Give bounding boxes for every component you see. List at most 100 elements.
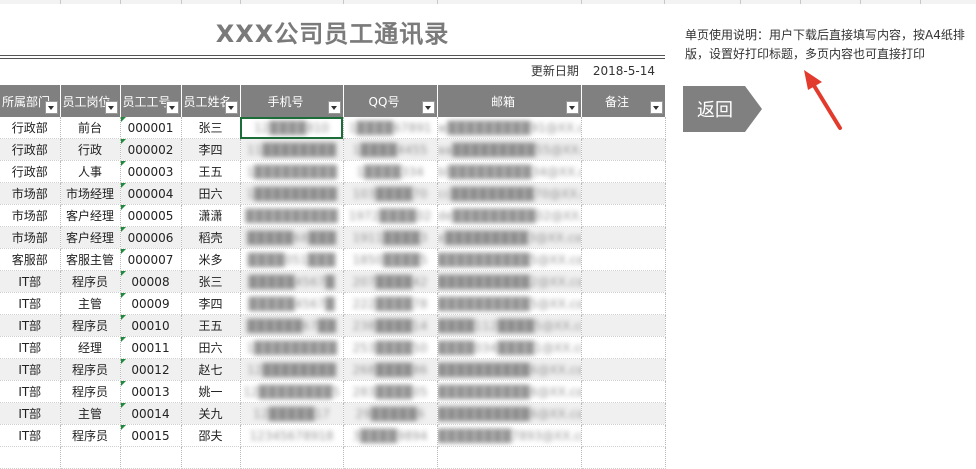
cell-id[interactable]: 00011 xyxy=(120,336,182,359)
cell-post[interactable]: 人事 xyxy=(60,160,121,183)
cell-name[interactable]: 田六 xyxy=(181,182,241,205)
cell-phone[interactable]: 1█████████ xyxy=(240,336,344,359)
cell-post[interactable]: 市场经理 xyxy=(60,182,121,205)
cell-dept[interactable]: 行政部 xyxy=(0,117,61,139)
cell-email[interactable]: ████034████1@XX.com xyxy=(437,336,582,359)
cell-post[interactable]: 行政 xyxy=(60,138,121,161)
filter-dropdown-icon[interactable] xyxy=(44,101,58,114)
cell-name[interactable]: 邵夫 xyxy=(181,424,241,447)
cell-dept[interactable]: 行政部 xyxy=(0,138,61,161)
cell-note[interactable] xyxy=(581,380,666,403)
cell-post[interactable]: 主管 xyxy=(60,402,121,425)
cell-id[interactable]: 000006 xyxy=(120,226,182,249)
cell-post[interactable]: 程序员 xyxy=(60,380,121,403)
cell-note[interactable] xyxy=(581,204,666,227)
cell-empty[interactable] xyxy=(0,446,61,469)
cell-dept[interactable]: IT部 xyxy=(0,380,61,403)
cell-name[interactable]: 关九 xyxy=(181,402,241,425)
cell-name[interactable]: 潇潇 xyxy=(181,204,241,227)
cell-dept[interactable]: 行政部 xyxy=(0,160,61,183)
cell-note[interactable] xyxy=(581,117,666,139)
cell-dept[interactable]: IT部 xyxy=(0,336,61,359)
cell-dept[interactable]: IT部 xyxy=(0,402,61,425)
cell-dept[interactable]: IT部 xyxy=(0,424,61,447)
cell-post[interactable]: 主管 xyxy=(60,292,121,315)
cell-note[interactable] xyxy=(581,292,666,315)
cell-email[interactable]: ██████████2@XX.com xyxy=(437,270,582,293)
cell-note[interactable] xyxy=(581,314,666,337)
cell-email[interactable]: aa█████████55@XX.com xyxy=(437,138,582,161)
cell-empty[interactable] xyxy=(581,446,666,469)
cell-id[interactable]: 00008 xyxy=(120,270,182,293)
cell-name[interactable]: 王五 xyxy=(181,314,241,337)
cell-note[interactable] xyxy=(581,402,666,425)
cell-phone[interactable]: █████4567█ xyxy=(240,270,344,293)
back-button[interactable]: 返回 xyxy=(683,86,762,132)
cell-phone[interactable]: 12████810 xyxy=(240,117,344,139)
cell-email[interactable]: e█████████3@XX.com xyxy=(437,226,582,249)
cell-dept[interactable]: 客服部 xyxy=(0,248,61,271)
cell-dept[interactable]: IT部 xyxy=(0,270,61,293)
cell-name[interactable]: 李四 xyxy=(181,138,241,161)
cell-email[interactable]: de█████████02@XX.com xyxy=(437,204,582,227)
cell-post[interactable]: 程序员 xyxy=(60,270,121,293)
cell-empty[interactable] xyxy=(240,446,344,469)
cell-phone[interactable]: 12████████ xyxy=(240,358,344,381)
cell-phone[interactable]: 12████████5 xyxy=(240,380,344,403)
cell-phone[interactable]: 1█████████ xyxy=(240,160,344,183)
filter-dropdown-icon[interactable] xyxy=(104,101,118,114)
cell-phone[interactable]: ██████████ xyxy=(240,204,344,227)
cell-name[interactable]: 赵七 xyxy=(181,358,241,381)
cell-name[interactable]: 张三 xyxy=(181,270,241,293)
cell-name[interactable]: 田六 xyxy=(181,336,241,359)
cell-id[interactable]: 00014 xyxy=(120,402,182,425)
cell-dept[interactable]: 市场部 xyxy=(0,182,61,205)
cell-note[interactable] xyxy=(581,336,666,359)
cell-qq[interactable]: 1████67891 xyxy=(343,117,438,139)
cell-qq[interactable]: 222████78 xyxy=(343,292,438,315)
cell-id[interactable]: 00012 xyxy=(120,358,182,381)
cell-email[interactable]: cc█████████70@XX.com xyxy=(437,182,582,205)
filter-dropdown-icon[interactable] xyxy=(165,101,179,114)
cell-qq[interactable]: 29█████6 xyxy=(343,402,438,425)
cell-qq[interactable]: 268████86 xyxy=(343,358,438,381)
cell-qq[interactable]: 1850████5 xyxy=(343,248,438,271)
cell-note[interactable] xyxy=(581,138,666,161)
cell-qq[interactable]: 3████9894 xyxy=(343,424,438,447)
cell-name[interactable]: 稻壳 xyxy=(181,226,241,249)
cell-dept[interactable]: 市场部 xyxy=(0,204,61,227)
cell-note[interactable] xyxy=(581,424,666,447)
cell-name[interactable]: 王五 xyxy=(181,160,241,183)
cell-phone[interactable]: 12█████17 xyxy=(240,402,344,425)
cell-empty[interactable] xyxy=(437,446,582,469)
cell-qq[interactable]: 103████70 xyxy=(343,182,438,205)
filter-dropdown-icon[interactable] xyxy=(565,101,579,114)
cell-id[interactable]: 000003 xyxy=(120,160,182,183)
filter-dropdown-icon[interactable] xyxy=(327,101,341,114)
cell-post[interactable]: 程序员 xyxy=(60,358,121,381)
filter-dropdown-icon[interactable] xyxy=(649,101,663,114)
cell-email[interactable]: ██████████6@XX.com xyxy=(437,402,582,425)
cell-id[interactable]: 00013 xyxy=(120,380,182,403)
cell-id[interactable]: 000004 xyxy=(120,182,182,205)
cell-email[interactable]: ██████████6@XX.com xyxy=(437,358,582,381)
cell-empty[interactable] xyxy=(120,446,182,469)
cell-phone[interactable]: ██████67██ xyxy=(240,314,344,337)
cell-email[interactable]: ██████████6@XX.com xyxy=(437,380,582,403)
cell-dept[interactable]: IT部 xyxy=(0,358,61,381)
cell-qq[interactable]: 1████334 xyxy=(343,160,438,183)
cell-qq[interactable]: 1911████3 xyxy=(343,226,438,249)
cell-post[interactable]: 程序员 xyxy=(60,424,121,447)
cell-phone[interactable]: █████68███ xyxy=(240,226,344,249)
cell-dept[interactable]: IT部 xyxy=(0,292,61,315)
cell-qq[interactable]: 253████50 xyxy=(343,336,438,359)
cell-dept[interactable]: 市场部 xyxy=(0,226,61,249)
cell-phone[interactable]: 12345678918 xyxy=(240,424,344,447)
filter-dropdown-icon[interactable] xyxy=(421,101,435,114)
cell-post[interactable]: 程序员 xyxy=(60,314,121,337)
cell-name[interactable]: 张三 xyxy=(181,117,241,139)
cell-post[interactable]: 客户经理 xyxy=(60,204,121,227)
filter-dropdown-icon[interactable] xyxy=(224,101,238,114)
cell-id[interactable]: 00009 xyxy=(120,292,182,315)
cell-email[interactable]: w█████████91@XX.com xyxy=(437,117,582,139)
